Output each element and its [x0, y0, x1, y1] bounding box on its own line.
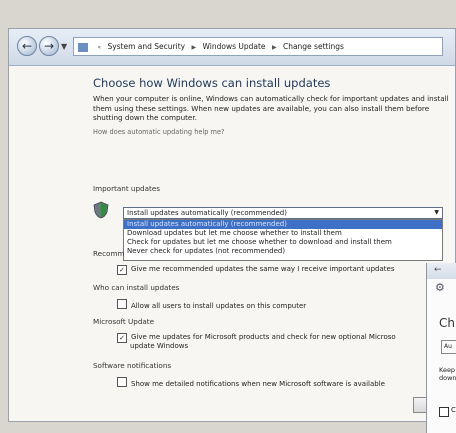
option-download-let-me-choose[interactable]: Download updates but let me choose wheth… — [124, 229, 442, 238]
back-button[interactable]: ← — [17, 36, 37, 56]
control-panel-icon — [78, 42, 88, 52]
allow-all-users-checkbox[interactable] — [117, 299, 127, 309]
update-mode-selected: Install updates automatically (recommend… — [127, 209, 287, 217]
second-window-checkbox[interactable] — [439, 407, 449, 417]
page-title: Choose how Windows can install updates — [93, 76, 331, 90]
settings-content: Choose how Windows can install updates W… — [93, 73, 455, 388]
recommended-updates-checkbox[interactable]: ✓ — [117, 265, 127, 275]
microsoft-update-label: Give me updates for Microsoft products a… — [131, 333, 396, 341]
important-updates-heading: Important updates — [93, 184, 160, 193]
software-notifications-label: Show me detailed notifications when new … — [131, 380, 385, 388]
recommended-updates-label: Give me recommended updates the same way… — [131, 265, 395, 273]
breadcrumb-change-settings[interactable]: Change settings — [283, 42, 344, 51]
chevron-right-icon: ▶ — [191, 44, 197, 51]
software-notifications-heading: Software notifications — [93, 361, 172, 370]
microsoft-update-heading: Microsoft Update — [93, 317, 155, 326]
history-dropdown-icon[interactable]: ▼ — [61, 42, 67, 51]
option-check-let-me-choose[interactable]: Check for updates but let me choose whet… — [124, 238, 442, 247]
microsoft-update-label-line2: update Windows — [130, 342, 189, 350]
microsoft-update-checkbox[interactable]: ✓ — [117, 333, 127, 343]
software-notifications-checkbox[interactable] — [117, 377, 127, 387]
update-mode-options: Install updates automatically (recommend… — [123, 219, 443, 261]
shield-icon — [93, 201, 109, 219]
intro-text: When your computer is online, Windows ca… — [93, 94, 449, 122]
chevron-right-icon: ▶ — [271, 44, 277, 51]
address-bar[interactable]: « System and Security ▶ Windows Update ▶… — [73, 37, 443, 56]
breadcrumb-windows-update[interactable]: Windows Update — [203, 42, 266, 51]
recommended-updates-heading: Recomm — [93, 249, 125, 258]
second-window-text: Keep down — [439, 366, 456, 382]
who-can-install-heading: Who can install updates — [93, 283, 180, 292]
forward-button[interactable]: → — [39, 36, 59, 56]
chevron-down-icon: ▼ — [434, 209, 439, 216]
second-window-dropdown[interactable]: Au — [441, 340, 456, 354]
option-never-check[interactable]: Never check for updates (not recommended… — [124, 247, 442, 256]
allow-all-users-label: Allow all users to install updates on th… — [131, 302, 307, 310]
option-install-automatically[interactable]: Install updates automatically (recommend… — [124, 220, 442, 229]
navigation-bar: ← → ▼ « System and Security ▶ Windows Up… — [9, 29, 455, 66]
second-settings-window: ← ⚙ Ch Au Keep down C — [426, 263, 456, 433]
recommended-updates-option[interactable]: ✓ Give me recommended updates the same wa… — [117, 265, 395, 275]
chevron-right-icon: « — [97, 44, 102, 51]
help-link[interactable]: How does automatic updating help me? — [93, 128, 455, 136]
back-arrow-icon[interactable]: ← — [434, 265, 442, 275]
second-window-heading: Ch — [439, 316, 455, 330]
breadcrumb-system-security[interactable]: System and Security — [107, 42, 185, 51]
second-window-checkbox-label: C — [451, 406, 456, 414]
second-window-text-line1: Keep — [439, 366, 456, 374]
software-notifications-option[interactable]: Show me detailed notifications when new … — [117, 377, 385, 389]
update-mode-dropdown[interactable]: Install updates automatically (recommend… — [123, 207, 443, 219]
control-panel-window: ← → ▼ « System and Security ▶ Windows Up… — [8, 28, 456, 422]
gear-icon: ⚙ — [435, 281, 445, 294]
second-window-text-line2: down — [439, 374, 456, 382]
allow-all-users-option[interactable]: Allow all users to install updates on th… — [117, 299, 306, 311]
